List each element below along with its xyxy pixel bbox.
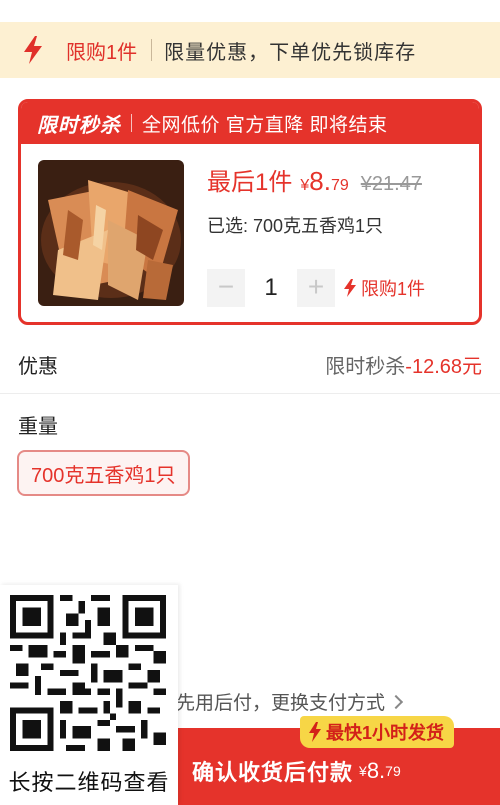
shipping-badge-label: 最快1小时发货 xyxy=(326,723,445,743)
payment-method-text: 先用后付，更换支付方式 xyxy=(176,693,386,714)
limit-tag: 限购1件 xyxy=(343,275,425,301)
qr-caption: 长按二维码查看 xyxy=(8,770,170,795)
currency-symbol: ¥ xyxy=(300,177,310,194)
decrease-quantity-button[interactable]: − xyxy=(207,269,245,307)
qr-code-image[interactable] xyxy=(10,595,166,751)
flash-sale-slogan: 全网低价 官方直降 即将结束 xyxy=(142,114,388,136)
lightning-icon xyxy=(24,36,42,64)
price-row: 最后1件 ¥ 8. 79 ¥21.47 xyxy=(207,162,422,197)
qr-code-panel: 长按二维码查看 xyxy=(0,585,178,805)
limit-tag-label: 限购1件 xyxy=(361,279,426,299)
change-payment-method-link[interactable]: 先用后付，更换支付方式 xyxy=(176,688,404,715)
discount-label: 优惠 xyxy=(18,356,58,378)
shipping-badge: 最快1小时发货 xyxy=(300,716,455,748)
confirm-price-decimal: 79 xyxy=(385,762,401,779)
notice-divider xyxy=(151,39,153,61)
flash-sale-header: 限时秒杀 全网低价 官方直降 即将结束 xyxy=(21,102,479,144)
purchase-limit-notice: 限购1件 限量优惠，下单优先锁库存 xyxy=(0,22,500,78)
weight-option-chip[interactable]: 700克五香鸡1只 xyxy=(17,450,190,496)
last-one-label: 最后1件 xyxy=(207,169,293,196)
lightning-icon xyxy=(344,279,356,297)
notice-text: 限量优惠，下单优先锁库存 xyxy=(164,41,417,64)
original-price: ¥21.47 xyxy=(360,173,422,195)
discount-value: 限时秒杀-12.68元 xyxy=(325,350,482,379)
flash-sale-card: 限时秒杀 全网低价 官方直降 即将结束 最后1件 ¥ 8. 79 ¥21.47 … xyxy=(18,99,482,325)
product-image[interactable] xyxy=(38,160,184,306)
price-decimal: 79 xyxy=(330,177,349,194)
discount-row[interactable]: 优惠 限时秒杀-12.68元 xyxy=(0,336,500,394)
quantity-value: 1 xyxy=(264,274,278,301)
notice-limit-label: 限购1件 xyxy=(66,41,138,64)
lightning-icon xyxy=(309,722,321,742)
weight-label: 重量 xyxy=(18,416,58,438)
confirm-price-integer: 8. xyxy=(366,757,386,783)
chevron-right-icon xyxy=(388,694,404,710)
discount-name: 限时秒杀 xyxy=(325,356,406,378)
selected-variant: 已选: 700克五香鸡1只 xyxy=(207,216,384,236)
price-integer: 8. xyxy=(309,166,331,196)
confirm-currency: ¥ xyxy=(359,762,367,779)
flash-sale-title: 限时秒杀 xyxy=(37,114,121,137)
quantity-stepper: − 1 + 限购1件 xyxy=(207,269,425,307)
discount-amount: -12.68元 xyxy=(405,356,482,378)
confirm-label: 确认收货后付款 xyxy=(192,759,354,785)
top-edge xyxy=(0,0,500,22)
flash-sale-divider xyxy=(131,114,132,132)
increase-quantity-button[interactable]: + xyxy=(297,269,335,307)
